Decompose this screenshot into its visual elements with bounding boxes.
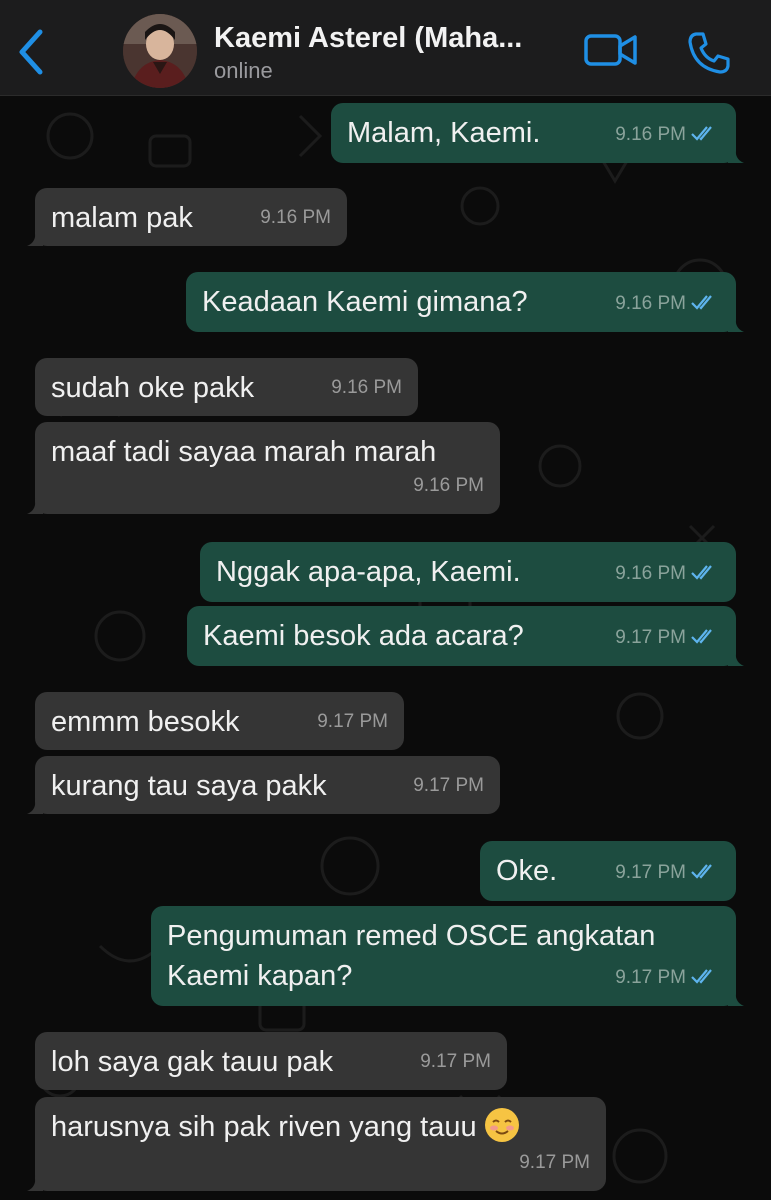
voice-call-button[interactable] <box>686 30 732 76</box>
incoming-message[interactable]: maaf tadi sayaa marah marah 9.16 PM <box>27 422 500 514</box>
back-button[interactable] <box>14 26 50 78</box>
message-text: malam pak <box>51 202 193 234</box>
incoming-message[interactable]: harusnya sih pak riven yang tauu 9.17 PM <box>27 1097 606 1191</box>
outgoing-message[interactable]: Pengumuman remed OSCE angkatan Kaemi kap… <box>151 906 744 1006</box>
message-text: kurang tau saya pakk <box>51 770 327 802</box>
message-time: 9.16 PM <box>413 475 484 496</box>
message-text: Keadaan Kaemi gimana? <box>202 286 528 318</box>
incoming-message[interactable]: emmm besokk 9.17 PM <box>35 692 404 750</box>
chevron-left-icon <box>19 29 43 75</box>
outgoing-message[interactable]: Oke. 9.17 PM <box>480 841 736 901</box>
video-call-button[interactable] <box>583 30 639 70</box>
message-time: 9.17 PM <box>519 1152 590 1173</box>
message-time: 9.17 PM <box>317 711 388 732</box>
message-time: 9.17 PM <box>420 1051 491 1072</box>
avatar[interactable] <box>123 14 197 88</box>
message-list[interactable]: Malam, Kaemi. 9.16 PM malam pak 9.16 PM … <box>0 96 771 1200</box>
message-time: 9.16 PM <box>331 377 402 398</box>
message-time: 9.17 PM <box>615 618 718 658</box>
message-text: Pengumuman remed OSCE angkatan Kaemi kap… <box>167 920 656 992</box>
message-time: 9.17 PM <box>615 853 718 893</box>
double-check-icon <box>691 565 712 580</box>
message-text: Malam, Kaemi. <box>347 117 541 149</box>
message-time: 9.16 PM <box>615 115 718 155</box>
message-text: sudah oke pakk <box>51 372 255 404</box>
message-text: Oke. <box>496 855 558 887</box>
outgoing-message[interactable]: Keadaan Kaemi gimana? 9.16 PM <box>186 272 744 332</box>
message-time: 9.17 PM <box>413 775 484 796</box>
message-text: maaf tadi sayaa marah marah <box>51 436 437 468</box>
message-text: loh saya gak tauu pak <box>51 1046 334 1078</box>
message-time: 9.17 PM <box>615 958 718 998</box>
incoming-message[interactable]: malam pak 9.16 PM <box>27 188 347 246</box>
message-text: Kaemi besok ada acara? <box>203 620 524 652</box>
message-text: emmm besokk <box>51 706 240 738</box>
double-check-icon <box>691 295 712 310</box>
phone-icon <box>688 32 730 74</box>
contact-name[interactable]: Kaemi Asterel (Maha... <box>214 22 570 55</box>
chat-header: Kaemi Asterel (Maha... online <box>0 0 771 96</box>
message-time: 9.16 PM <box>260 207 331 228</box>
incoming-message[interactable]: loh saya gak tauu pak 9.17 PM <box>35 1032 507 1090</box>
outgoing-message[interactable]: Malam, Kaemi. 9.16 PM <box>331 103 744 163</box>
incoming-message[interactable]: sudah oke pakk 9.16 PM <box>35 358 418 416</box>
message-text: Nggak apa-apa, Kaemi. <box>216 556 521 588</box>
smiling-face-icon <box>484 1108 519 1142</box>
double-check-icon <box>691 969 712 984</box>
double-check-icon <box>691 864 712 879</box>
incoming-message[interactable]: kurang tau saya pakk 9.17 PM <box>27 756 500 814</box>
outgoing-message[interactable]: Kaemi besok ada acara? 9.17 PM <box>187 606 744 666</box>
message-text: harusnya sih pak riven yang tauu <box>51 1111 477 1143</box>
message-time: 9.16 PM <box>615 284 718 324</box>
outgoing-message[interactable]: Nggak apa-apa, Kaemi. 9.16 PM <box>200 542 736 602</box>
message-time: 9.16 PM <box>615 554 718 594</box>
video-camera-icon <box>584 34 637 66</box>
double-check-icon <box>691 629 712 644</box>
double-check-icon <box>691 126 712 141</box>
contact-status: online <box>214 58 273 83</box>
